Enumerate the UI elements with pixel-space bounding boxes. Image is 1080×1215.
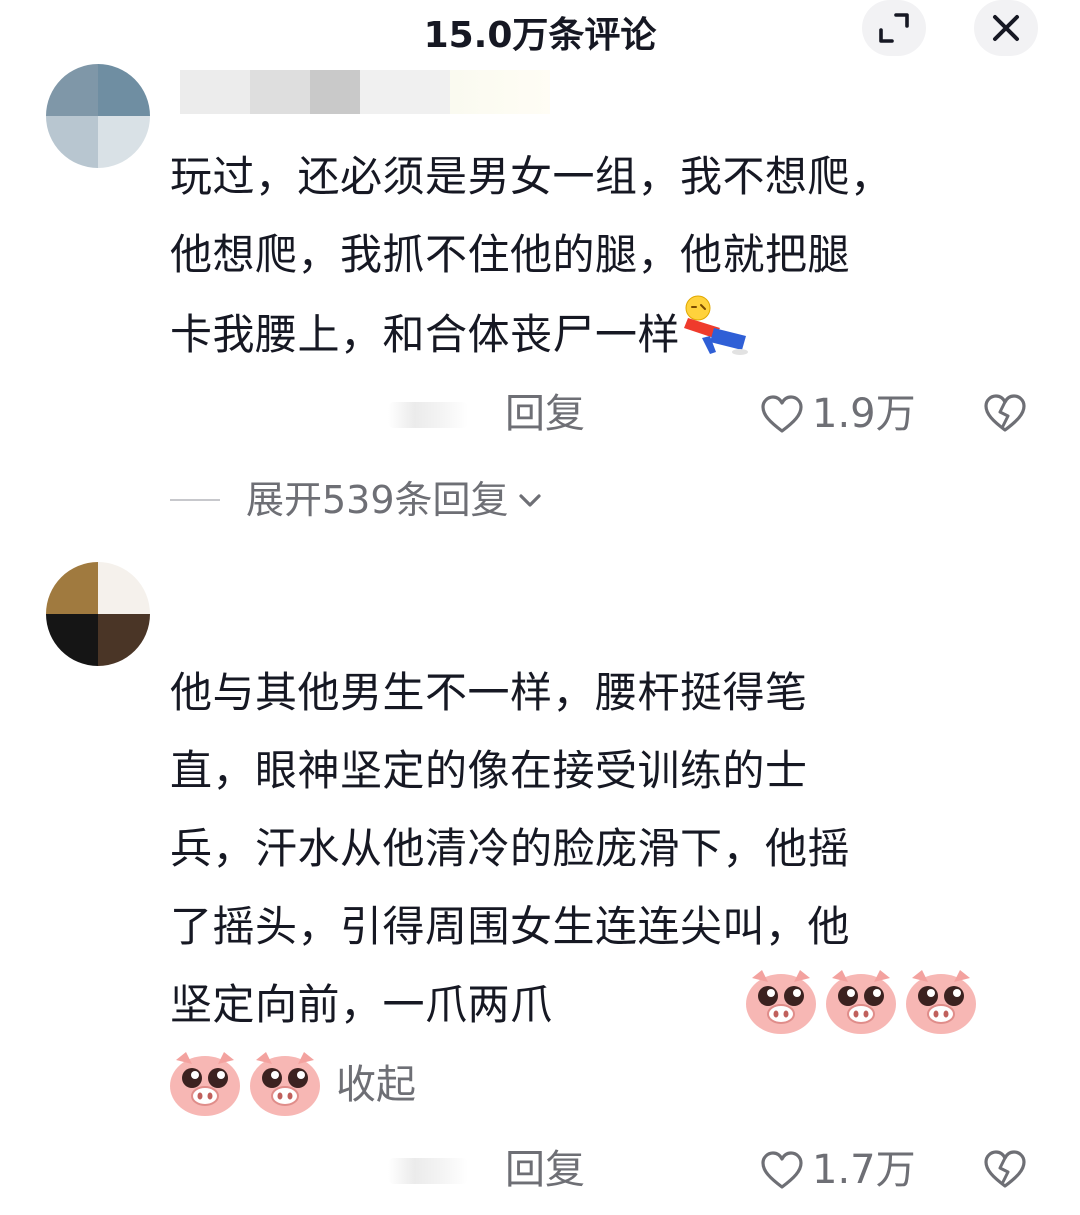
broken-heart-icon[interactable]	[982, 1148, 1028, 1190]
heart-icon	[761, 395, 803, 433]
comment-actions: 回复 1.7万	[0, 1140, 1080, 1200]
like-count: 1.9万	[812, 391, 916, 437]
heart-icon	[761, 1151, 803, 1189]
pig-face-emoji-icon	[826, 970, 896, 1034]
like-count: 1.7万	[812, 1147, 916, 1193]
expand-icon	[879, 13, 909, 43]
comment-line: 他想爬，我抓不住他的腿，他就把腿	[170, 230, 851, 279]
comment-line: 兵，汗水从他清冷的脸庞滑下，他摇	[170, 824, 851, 873]
like-button[interactable]: 1.7万	[760, 1144, 916, 1196]
pig-face-emoji-icon	[746, 970, 816, 1034]
like-button[interactable]: 1.9万	[760, 388, 916, 440]
divider-line	[170, 499, 220, 501]
pig-face-emoji-icon	[170, 1052, 240, 1116]
comment-text: 玩过，还必须是男女一组，我不想爬， 他想爬，我抓不住他的腿，他就把腿 卡我腰上，…	[170, 138, 1030, 381]
comment-line-text: 卡我腰上，和合体丧尸一样	[170, 310, 681, 359]
avatar[interactable]	[46, 64, 150, 168]
comment-line: 了摇头，引得周围女生连连尖叫，他	[170, 902, 851, 951]
close-button[interactable]	[974, 0, 1038, 56]
collapse-button[interactable]: 收起	[336, 1056, 416, 1114]
comment-actions: 回复 1.9万	[0, 384, 1080, 444]
lying-down-emoji-icon	[680, 294, 752, 381]
expand-replies-label: 展开539条回复	[246, 478, 509, 522]
broken-heart-icon[interactable]	[982, 392, 1028, 434]
emoji-row	[744, 966, 978, 1036]
avatar[interactable]	[46, 562, 150, 666]
comment-line: 直，眼神坚定的像在接受训练的士	[170, 746, 808, 795]
pig-face-emoji-icon	[250, 1052, 320, 1116]
pig-face-emoji-icon	[906, 970, 976, 1034]
emoji-row	[168, 1048, 322, 1118]
comment-line: 卡我腰上，和合体丧尸一样	[170, 294, 1030, 381]
expand-replies-button[interactable]: 展开539条回复	[170, 470, 545, 530]
timestamp-redacted	[388, 402, 468, 428]
close-icon	[993, 15, 1019, 41]
reply-button[interactable]: 回复	[505, 388, 585, 440]
timestamp-redacted	[388, 1158, 468, 1184]
comment-line: 他与其他男生不一样，腰杆挺得笔	[170, 668, 808, 717]
username-redacted[interactable]	[180, 70, 550, 114]
reply-button[interactable]: 回复	[505, 1144, 585, 1196]
fullscreen-button[interactable]	[862, 0, 926, 56]
chevron-down-icon	[518, 494, 541, 507]
comment-line: 玩过，还必须是男女一组，我不想爬，	[170, 152, 893, 201]
